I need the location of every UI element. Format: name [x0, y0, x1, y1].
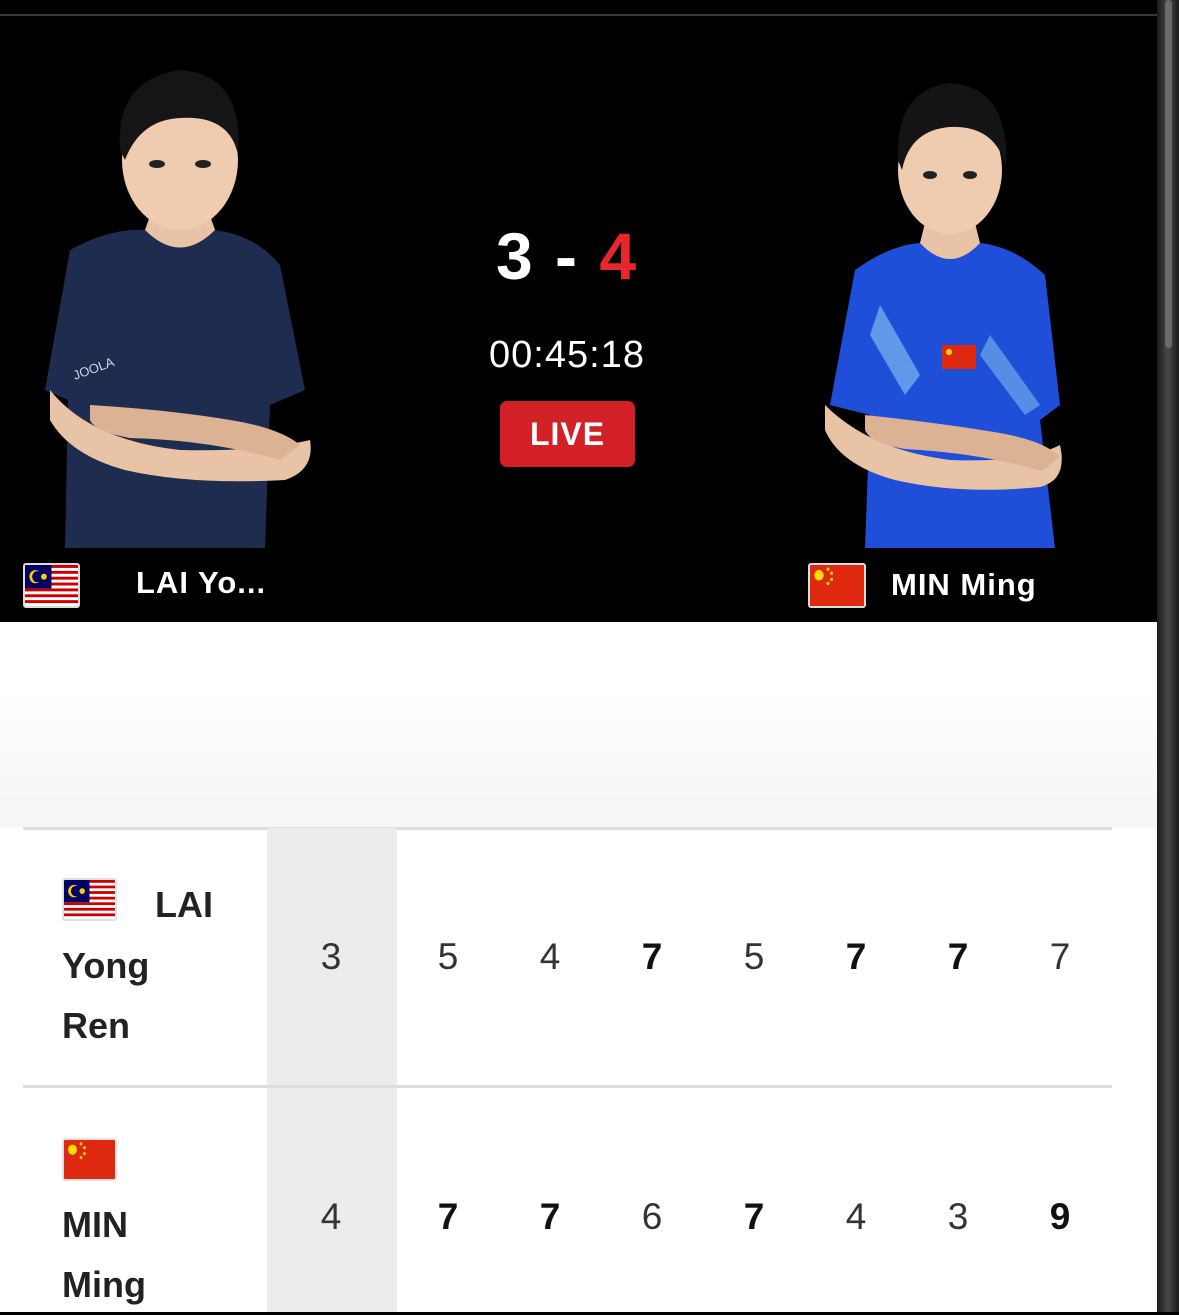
scrollbar[interactable] — [1157, 0, 1179, 1312]
match-score: 3 - 4 — [440, 218, 694, 294]
score-home: 3 — [495, 219, 535, 293]
game-score-cell: 7 — [641, 936, 663, 977]
game-score-cell: 5 — [743, 936, 765, 977]
china-flag-icon — [62, 1138, 117, 1181]
player1-photo: JOOLA — [30, 60, 330, 548]
player1-name-line3[interactable]: Ren — [62, 996, 130, 1056]
score-separator: - — [555, 219, 579, 293]
player2-name-line2[interactable]: Ming — [62, 1255, 146, 1315]
player2-name-line1[interactable]: MIN — [62, 1195, 128, 1255]
malaysia-flag-icon — [23, 563, 80, 608]
player1-name-line2[interactable]: Yong — [62, 936, 149, 996]
games-won-cell: 4 — [320, 1196, 342, 1237]
game-score-cell: 4 — [845, 1196, 867, 1237]
game-score-cell: 6 — [641, 1196, 663, 1237]
games-won-column — [267, 828, 397, 1312]
player2-short-name[interactable]: MIN Ming — [891, 567, 1037, 603]
game-score-cell: 7 — [1049, 936, 1071, 977]
game-score-cell: 7 — [539, 1196, 561, 1237]
game-score-cell: 4 — [539, 936, 561, 977]
china-flag-icon — [808, 563, 866, 608]
match-header: JOOLA 3 - 4 00:45:18 LIVE LAI Yo... MIN … — [0, 0, 1157, 622]
game-score-cell: 7 — [743, 1196, 765, 1237]
score-table: LAI Yong Ren 3 5 4 7 5 7 7 7 MIN Ming 4 7 7 6 7 4 3 9 — [0, 622, 1157, 1312]
top-divider — [0, 14, 1157, 16]
game-score-cell: 7 — [845, 936, 867, 977]
game-score-cell: 9 — [1049, 1196, 1071, 1237]
row-divider — [23, 1085, 1112, 1088]
match-timer: 00:45:18 — [489, 334, 645, 376]
scrollbar-thumb[interactable] — [1165, 0, 1172, 348]
malaysia-flag-icon — [62, 878, 117, 921]
game-score-cell: 7 — [437, 1196, 459, 1237]
player1-name-line1[interactable]: LAI — [155, 875, 213, 935]
games-won-cell: 3 — [320, 936, 342, 977]
game-score-cell: 3 — [947, 1196, 969, 1237]
game-score-cell: 7 — [947, 936, 969, 977]
game-score-cell: 5 — [437, 936, 459, 977]
live-badge[interactable]: LIVE — [500, 401, 635, 467]
score-away: 4 — [599, 219, 639, 293]
player2-photo — [810, 75, 1080, 548]
row-divider — [23, 827, 1112, 830]
player1-short-name[interactable]: LAI Yo... — [136, 565, 266, 601]
